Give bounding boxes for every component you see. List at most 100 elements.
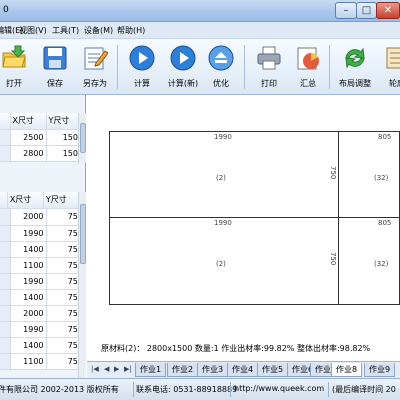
- table-header-row: X尺寸 Y尺寸: [0, 113, 86, 130]
- layout-adjust-button[interactable]: 布局调整: [335, 41, 375, 93]
- summary-icon: [297, 47, 319, 70]
- parts-table: X尺寸 Y尺寸: [0, 192, 87, 209]
- cell-x[interactable]: 1100: [10, 257, 47, 274]
- cell-x[interactable]: 2500: [10, 129, 47, 146]
- status-divider: [328, 382, 329, 397]
- table-row[interactable]: 1990 750: [0, 273, 86, 290]
- cell-x[interactable]: 1990: [10, 273, 47, 290]
- play-new-icon: [170, 45, 196, 71]
- toolbar-separator: [329, 45, 330, 89]
- table-row[interactable]: 1100 750: [0, 353, 86, 370]
- folder-icon: [2, 45, 26, 68]
- part-width-label: 1990: [214, 219, 232, 227]
- tab-job-8[interactable]: 作业8: [331, 363, 363, 377]
- table-header-row: X尺寸 Y尺寸: [0, 192, 87, 209]
- window-title: 0: [3, 5, 9, 15]
- status-bar: 件有限公司 2002-2013 版权所有 联系电话: 0531-88918889…: [0, 378, 400, 400]
- cell-x[interactable]: 1400: [10, 337, 47, 354]
- part-rect[interactable]: 1990 (2) 750: [109, 131, 339, 218]
- table-row[interactable]: 1990 750: [0, 225, 86, 242]
- menu-device[interactable]: 设备(M): [84, 25, 113, 36]
- minimize-button[interactable]: –: [335, 2, 357, 19]
- status-build-time: (最后编译时间 20: [332, 385, 396, 394]
- tab-job-2[interactable]: 作业2: [167, 363, 199, 377]
- tab-next-button[interactable]: ▶: [114, 365, 119, 373]
- status-divider: [133, 382, 134, 397]
- sheet-tab-bar: |◀ ◀ ▶ ▶| 作业1 作业2 作业3 作业4 作业5 作业6 作业7 作业…: [87, 361, 400, 378]
- table-row[interactable]: 2000 750: [0, 209, 86, 226]
- calculate-new-label: 计算(新): [167, 79, 199, 88]
- save-as-button[interactable]: 另存为: [75, 41, 115, 93]
- sheet-vertical-scrollbar[interactable]: [78, 113, 86, 163]
- tab-job-4[interactable]: 作业4: [227, 363, 259, 377]
- scroll-thumb[interactable]: [80, 123, 86, 153]
- menu-tools[interactable]: 工具(T): [52, 25, 79, 36]
- cell-x[interactable]: 2000: [10, 305, 47, 322]
- part-width-label: 805: [378, 219, 392, 227]
- table-row[interactable]: 2000 750: [0, 305, 86, 322]
- part-rect[interactable]: 805 (32): [338, 217, 400, 305]
- part-rect[interactable]: 1990 (2) 750: [109, 217, 339, 305]
- tab-prev-button[interactable]: ◀: [104, 365, 109, 373]
- print-button[interactable]: 打印: [249, 41, 289, 93]
- cell-x[interactable]: 2800: [10, 145, 47, 162]
- open-button[interactable]: 打开: [0, 41, 34, 93]
- part-id-label: (32): [374, 260, 389, 268]
- open-label: 打开: [6, 79, 22, 88]
- optimize-label: 优化: [213, 79, 229, 88]
- column-header-x[interactable]: X尺寸: [7, 192, 44, 209]
- menu-bar: 编辑(E) 视图(V) 工具(T) 设备(M) 帮助(H): [0, 22, 400, 39]
- tab-job-5[interactable]: 作业5: [257, 363, 289, 377]
- table-row[interactable]: 1400 750: [0, 289, 86, 306]
- toolbar-separator: [244, 45, 245, 89]
- outline-label: 轮廓: [389, 79, 400, 88]
- save-label: 保存: [47, 79, 63, 88]
- optimize-button[interactable]: 优化: [201, 41, 241, 93]
- save-button[interactable]: 保存: [35, 41, 75, 93]
- calculate-button[interactable]: 计算: [122, 41, 162, 93]
- tab-last-button[interactable]: ▶|: [124, 365, 132, 373]
- calculate-new-button[interactable]: 计算(新): [163, 41, 203, 93]
- outline-icon: [386, 47, 400, 69]
- parts-vertical-scrollbar[interactable]: [78, 192, 86, 379]
- table-row[interactable]: 1400 750: [0, 337, 86, 354]
- cell-x[interactable]: 1400: [10, 241, 47, 258]
- optimize-icon: [208, 45, 234, 71]
- part-rect[interactable]: 805 (32): [338, 131, 400, 218]
- menu-view[interactable]: 视图(V): [19, 25, 47, 36]
- play-icon: [129, 45, 155, 71]
- table-row[interactable]: 1990 750: [0, 321, 86, 338]
- table-row[interactable]: 1100 750: [0, 257, 86, 274]
- save-as-label: 另存为: [83, 79, 107, 88]
- status-phone: 联系电话: 0531-88918889: [136, 385, 238, 394]
- cell-x[interactable]: 1990: [10, 321, 47, 338]
- table-row[interactable]: 1400 750: [0, 241, 86, 258]
- scroll-thumb[interactable]: [80, 204, 86, 264]
- printer-icon: [257, 46, 281, 70]
- left-panel: X尺寸 Y尺寸 2500 1500 2800 1500 · · · · · · …: [0, 95, 87, 379]
- cell-x[interactable]: 1400: [10, 289, 47, 306]
- table-row[interactable]: 2500 1500: [0, 129, 86, 146]
- cutting-layout-canvas[interactable]: 1990 (2) 750 805 (32) 1990 (2) 750 805 (…: [87, 95, 400, 361]
- tab-first-button[interactable]: |◀: [91, 365, 99, 373]
- cell-x[interactable]: 1100: [10, 353, 47, 370]
- column-header-x[interactable]: X尺寸: [10, 113, 47, 130]
- layout-adjust-label: 布局调整: [339, 79, 371, 88]
- sheet-table: X尺寸 Y尺寸 2500 1500 2800 1500: [0, 113, 86, 162]
- layout-summary: 原材料(2)： 2800x1500 数量:1 作业出材率:99.82% 整体出材…: [101, 344, 371, 353]
- table-row[interactable]: 2800 1500: [0, 145, 86, 162]
- cell-x[interactable]: 2000: [10, 209, 47, 226]
- close-button[interactable]: ✕: [376, 2, 400, 19]
- part-id-label: (2): [216, 260, 226, 268]
- menu-help[interactable]: 帮助(H): [117, 25, 145, 36]
- maximize-button[interactable]: □: [356, 2, 377, 19]
- summary-button[interactable]: 汇总: [288, 41, 328, 93]
- calculate-label: 计算: [134, 79, 150, 88]
- refresh-icon: [345, 47, 365, 69]
- outline-button[interactable]: 轮廓: [377, 41, 400, 93]
- cell-x[interactable]: 1990: [10, 225, 47, 242]
- tab-job-3[interactable]: 作业3: [197, 363, 229, 377]
- parts-table-body: 2000 750 1990 750 1400 750 1100 750 1990 750 …: [0, 209, 86, 370]
- tab-job-9[interactable]: 作业9: [364, 363, 396, 377]
- tab-job-1[interactable]: 作业1: [135, 363, 167, 377]
